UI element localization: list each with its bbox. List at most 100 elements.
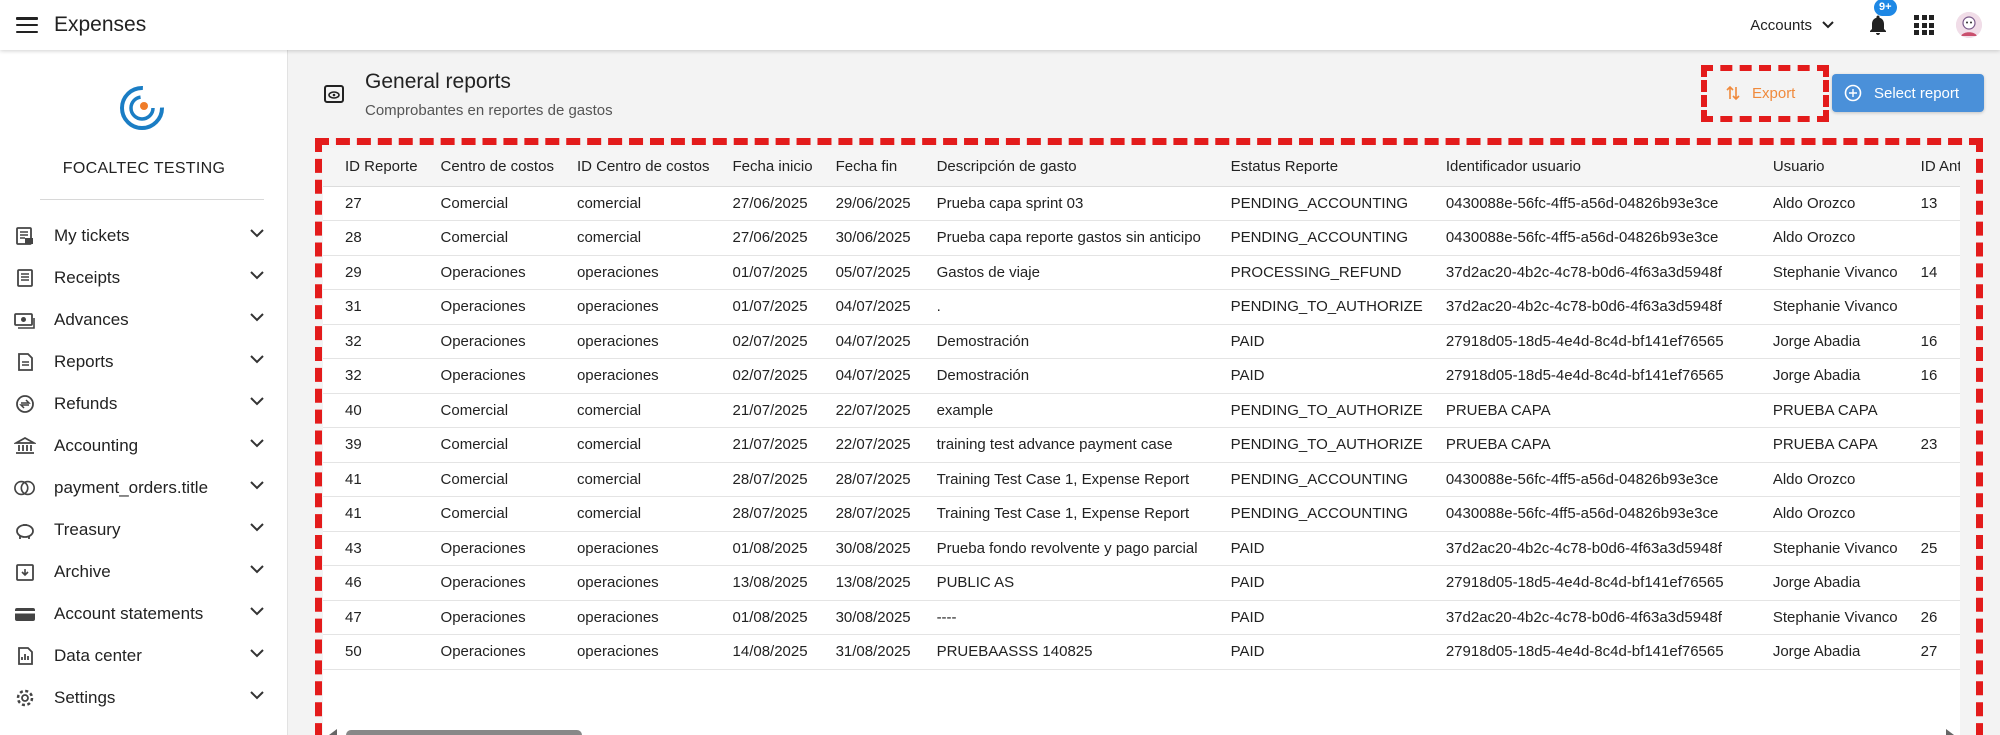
column-header[interactable]: Identificador usuario	[1422, 148, 1750, 187]
select-report-button[interactable]: Select report	[1832, 74, 1984, 112]
chevron-down-icon	[250, 397, 264, 406]
table-row[interactable]: 39 Comercial comercial 21/07/2025 22/07/2025…	[323, 427, 1960, 463]
chevron-down-icon	[250, 271, 264, 280]
sidebar-item-refunds[interactable]: Refunds	[0, 383, 288, 425]
table-row[interactable]: 32 Operaciones operaciones 02/07/2025 04/07/…	[323, 324, 1960, 359]
table-row[interactable]: 50 Operaciones operaciones 14/08/2025 31/08/…	[323, 634, 1960, 670]
sidebar-item-data-center[interactable]: Data center	[0, 635, 288, 677]
sidebar-item-label: My tickets	[54, 226, 130, 245]
sidebar-item-label: Account statements	[54, 604, 204, 623]
table-cell: Operaciones	[417, 289, 554, 325]
table-cell: 40	[323, 393, 418, 428]
avatar[interactable]	[1956, 12, 1982, 38]
table-row[interactable]: 40 Comercial comercial 21/07/2025 22/07/2025…	[323, 393, 1960, 428]
top-bar: Expenses Accounts 9+	[0, 0, 2000, 50]
table-cell: 16	[1897, 324, 1960, 359]
wallet-icon	[14, 603, 36, 625]
table-cell: PRUEBAASSS 140825	[913, 634, 1208, 670]
gear-icon	[14, 687, 36, 709]
table-cell: 30/08/2025	[812, 531, 914, 566]
sidebar-item-payment-orders[interactable]: payment_orders.title	[0, 467, 288, 509]
sidebar-item-receipts[interactable]: Receipts	[0, 257, 288, 299]
table-cell: 04/07/2025	[812, 289, 914, 325]
notifications-button[interactable]: 9+	[1866, 0, 1897, 37]
sidebar-item-treasury[interactable]: Treasury	[0, 509, 288, 551]
table-cell: operaciones	[553, 255, 710, 290]
table-row[interactable]: 29 Operaciones operaciones 01/07/2025 05/07/…	[323, 255, 1960, 290]
table-cell: 46	[323, 565, 418, 601]
table-cell: 29/06/2025	[812, 186, 914, 221]
table-cell: Aldo Orozco	[1749, 496, 1898, 532]
column-header[interactable]: Fecha fin	[812, 148, 914, 187]
chevron-down-icon	[250, 355, 264, 364]
table-cell: 04/07/2025	[812, 324, 914, 359]
table-cell: 27918d05-18d5-4e4d-8c4d-bf141ef76565	[1422, 634, 1750, 670]
table-cell: 02/07/2025	[709, 324, 813, 359]
column-header[interactable]: ID Anticip	[1897, 148, 1960, 187]
sidebar-item-advances[interactable]: Advances	[0, 299, 288, 341]
table-row[interactable]: 43 Operaciones operaciones 01/08/2025 30/08/…	[323, 531, 1960, 566]
sidebar-item-my-tickets[interactable]: My tickets	[0, 215, 288, 257]
sidebar-item-label: Settings	[54, 688, 116, 707]
table-row[interactable]: 27 Comercial comercial 27/06/2025 29/06/2025…	[323, 186, 1960, 221]
table-cell: 05/07/2025	[812, 255, 914, 290]
scroll-thumb[interactable]	[346, 730, 582, 735]
scroll-left-icon[interactable]	[329, 729, 337, 735]
table-cell: 01/08/2025	[709, 531, 813, 566]
column-header[interactable]: Estatus Reporte	[1207, 148, 1423, 187]
reports-table-card: ID Reporte Centro de costos ID Centro de c…	[323, 148, 1960, 735]
table-cell: PENDING_ACCOUNTING	[1207, 186, 1423, 221]
column-header[interactable]: Centro de costos	[417, 148, 554, 187]
table-cell: 0430088e-56fc-4ff5-a56d-04826b93e3ce	[1422, 462, 1750, 497]
sidebar-item-settings[interactable]: Settings	[0, 677, 288, 719]
export-button[interactable]: Export	[1726, 74, 1795, 112]
reports-table: ID Reporte Centro de costos ID Centro de c…	[323, 148, 1960, 670]
apps-grid-icon[interactable]	[1914, 15, 1934, 35]
column-header[interactable]: Descripción de gasto	[913, 148, 1208, 187]
table-cell: Operaciones	[417, 531, 554, 566]
ticket-icon	[14, 225, 36, 247]
table-cell: PENDING_ACCOUNTING	[1207, 496, 1423, 532]
table-cell: 01/08/2025	[709, 600, 813, 635]
column-header[interactable]: ID Centro de costos	[553, 148, 710, 187]
menu-icon[interactable]	[16, 17, 38, 33]
table-cell: 13	[1897, 186, 1960, 221]
select-report-label: Select report	[1874, 84, 1960, 102]
table-cell: PAID	[1207, 565, 1423, 601]
sidebar-item-archive[interactable]: Archive	[0, 551, 288, 593]
table-cell: Aldo Orozco	[1749, 220, 1898, 256]
sidebar-item-accounting[interactable]: Accounting	[0, 425, 288, 467]
sidebar-item-account-statements[interactable]: Account statements	[0, 593, 288, 635]
table-row[interactable]: 41 Comercial comercial 28/07/2025 28/07/2025…	[323, 462, 1960, 497]
report-select-icon	[1844, 84, 1862, 102]
notification-badge: 9+	[1874, 0, 1897, 16]
table-cell: Training Test Case 1, Expense Report	[913, 462, 1208, 497]
table-row[interactable]: 32 Operaciones operaciones 02/07/2025 04/07/…	[323, 358, 1960, 394]
table-row[interactable]: 41 Comercial comercial 28/07/2025 28/07/2025…	[323, 496, 1960, 532]
table-cell: Operaciones	[417, 634, 554, 670]
table-cell: 27918d05-18d5-4e4d-8c4d-bf141ef76565	[1422, 358, 1750, 394]
column-header[interactable]: ID Reporte	[323, 148, 418, 187]
sidebar-nav: My tickets Receipts Advances Reports Ref…	[0, 215, 288, 719]
table-cell: Aldo Orozco	[1749, 462, 1898, 497]
column-header[interactable]: Usuario	[1749, 148, 1898, 187]
sidebar-item-reports[interactable]: Reports	[0, 341, 288, 383]
table-cell: 26	[1897, 600, 1960, 635]
table-cell: 37d2ac20-4b2c-4c78-b0d6-4f63a3d5948f	[1422, 600, 1750, 635]
table-cell: .	[913, 289, 1208, 325]
accounts-dropdown[interactable]: Accounts	[1750, 17, 1834, 34]
table-row[interactable]: 46 Operaciones operaciones 13/08/2025 13/08/…	[323, 565, 1960, 601]
table-row[interactable]: 28 Comercial comercial 27/06/2025 30/06/2025…	[323, 220, 1960, 256]
scroll-right-icon[interactable]	[1946, 729, 1954, 735]
column-header[interactable]: Fecha inicio	[709, 148, 813, 187]
chevron-down-icon	[250, 481, 264, 490]
table-cell: 41	[323, 496, 418, 532]
table-cell: 31	[323, 289, 418, 325]
horizontal-scrollbar[interactable]	[323, 723, 1960, 735]
sidebar-item-label: Receipts	[54, 268, 121, 287]
table-cell: PROCESSING_REFUND	[1207, 255, 1423, 290]
table-row[interactable]: 47 Operaciones operaciones 01/08/2025 30/08/…	[323, 600, 1960, 635]
table-cell: PAID	[1207, 358, 1423, 394]
table-cell: PRUEBA CAPA	[1422, 427, 1750, 463]
table-row[interactable]: 31 Operaciones operaciones 01/07/2025 04/07/…	[323, 289, 1960, 325]
